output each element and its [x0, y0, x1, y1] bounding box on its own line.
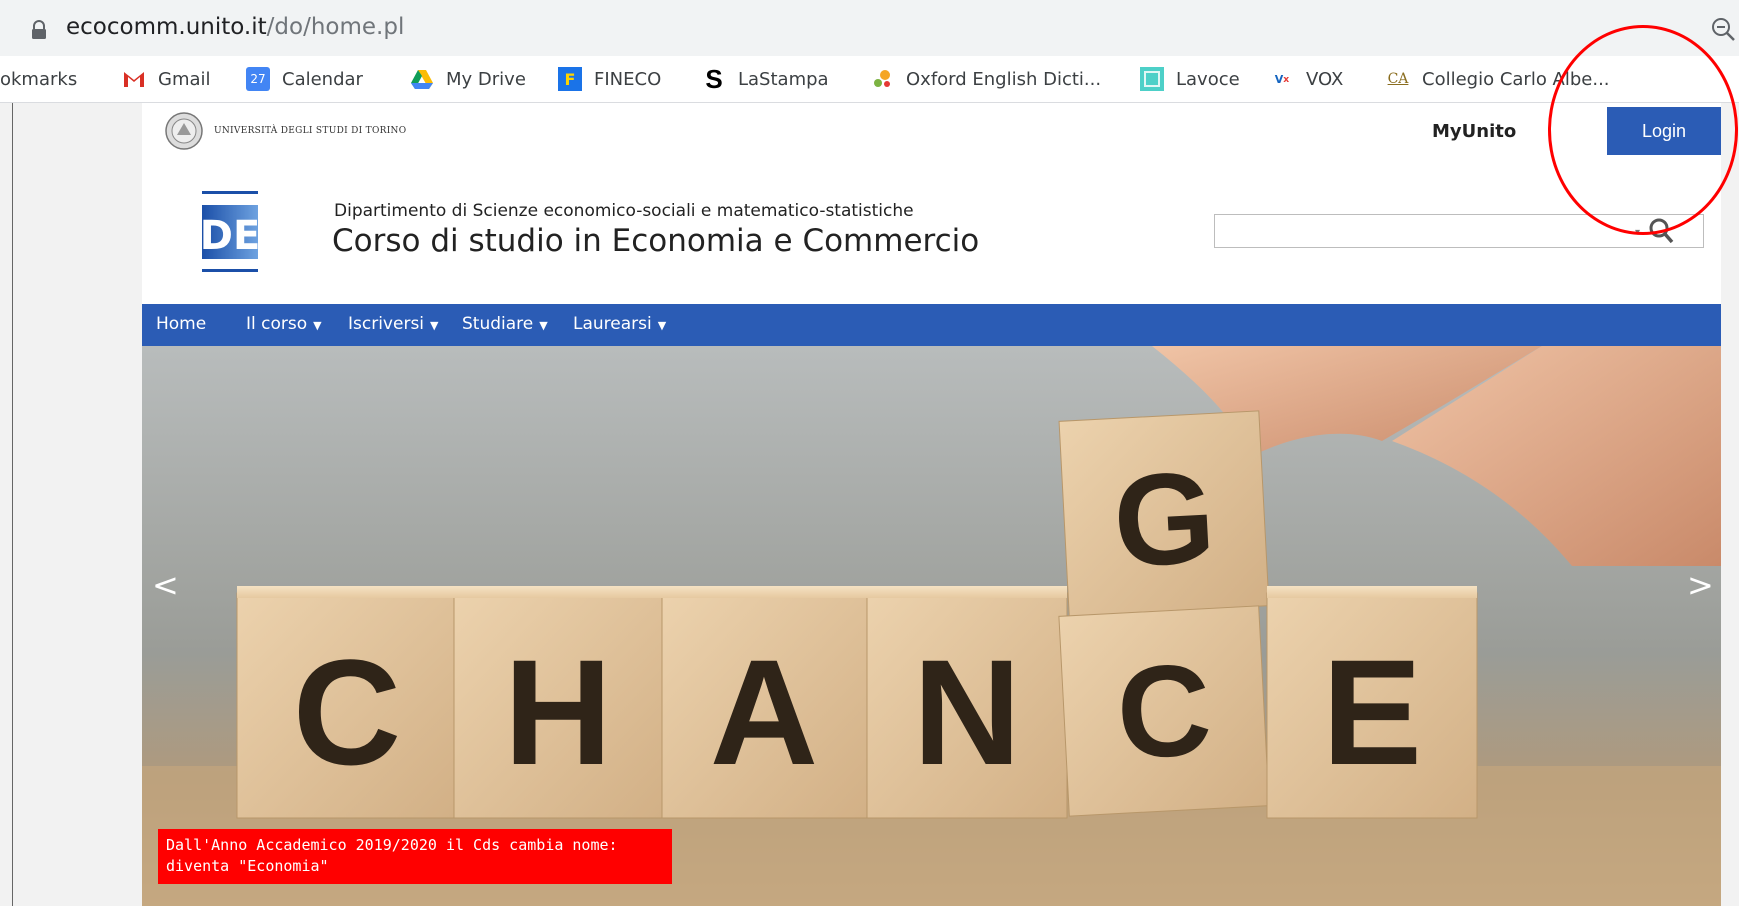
- department-logo[interactable]: DE: [202, 191, 258, 275]
- block-letter: H: [504, 628, 612, 796]
- myunito-link[interactable]: MyUnito: [1432, 121, 1516, 142]
- carousel-next-button[interactable]: >: [1687, 566, 1714, 604]
- vox-icon: Vx: [1274, 72, 1290, 86]
- bookmarks-bar: okmarks Gmail 27 Calendar My Drive F FIN…: [0, 56, 1739, 103]
- oxford-icon: [874, 70, 890, 87]
- bookmark-label: okmarks: [0, 68, 78, 90]
- bookmark-label: Calendar: [282, 68, 363, 90]
- carousel-prev-button[interactable]: <: [152, 566, 179, 604]
- bookmark-label: FINECO: [594, 68, 662, 90]
- bookmark-label: VOX: [1306, 68, 1344, 90]
- window-edge: [12, 103, 13, 906]
- url-text[interactable]: ecocomm.unito.it/do/home.pl: [66, 14, 404, 40]
- hero-carousel[interactable]: C H A N G C E < > Dall'Anno Accademico 2…: [142, 346, 1721, 906]
- chevron-down-icon: ▼: [657, 319, 667, 332]
- logo-text: DE: [202, 213, 258, 259]
- block-letter: C: [1113, 636, 1214, 787]
- nav-item-home[interactable]: Home: [156, 314, 206, 334]
- nav-label: Iscriversi: [348, 314, 425, 334]
- bookmark-lastampa[interactable]: S LaStampa: [702, 63, 829, 94]
- nav-label: Home: [156, 314, 207, 334]
- drive-icon: [411, 70, 433, 89]
- collegio-icon: CA: [1387, 71, 1409, 87]
- lavoce-icon: [1140, 67, 1164, 91]
- carousel-caption[interactable]: Dall'Anno Accademico 2019/2020 il Cds ca…: [158, 829, 672, 884]
- bookmark-label: My Drive: [446, 68, 526, 90]
- chevron-down-icon: ▼: [539, 319, 548, 332]
- address-bar[interactable]: ecocomm.unito.it/do/home.pl: [0, 0, 1739, 57]
- hero-image: C H A N G C E: [142, 346, 1721, 906]
- bookmark-label: Lavoce: [1176, 68, 1240, 90]
- bookmark-lavoce[interactable]: Lavoce: [1140, 66, 1240, 92]
- department-name: Dipartimento di Scienze economico-social…: [334, 201, 914, 221]
- nav-item-studiare[interactable]: Studiare ▼: [462, 314, 548, 334]
- bookmark-label: Gmail: [158, 68, 211, 90]
- chevron-down-icon: ▼: [430, 319, 439, 332]
- lock-icon: [32, 20, 46, 39]
- bookmark-label: Oxford English Dicti...: [906, 68, 1102, 90]
- bookmarks-label[interactable]: okmarks: [0, 66, 77, 92]
- nav-item-iscriversi[interactable]: Iscriversi ▼: [348, 314, 439, 334]
- zoom-out-icon[interactable]: [1710, 16, 1736, 42]
- bookmark-gmail[interactable]: Gmail: [122, 66, 211, 92]
- caption-line: Dall'Anno Accademico 2019/2020 il Cds ca…: [166, 836, 618, 854]
- block-letter: E: [1322, 628, 1422, 796]
- nav-label: Il corso: [246, 314, 308, 334]
- annotation-circle: [1548, 25, 1738, 235]
- bookmark-oxford[interactable]: Oxford English Dicti...: [870, 66, 1101, 92]
- bookmark-label: LaStampa: [738, 68, 829, 90]
- website: UNIVERSITÀ DEGLI STUDI DI TORINO MyUnito…: [142, 103, 1721, 906]
- block-letter: G: [1110, 443, 1219, 594]
- bookmark-calendar[interactable]: 27 Calendar: [246, 66, 363, 92]
- university-name: UNIVERSITÀ DEGLI STUDI DI TORINO: [214, 126, 407, 136]
- bookmark-my-drive[interactable]: My Drive: [410, 66, 526, 92]
- fineco-icon: F: [558, 67, 582, 91]
- nav-label: Studiare: [462, 314, 534, 334]
- nav-item-laurearsi[interactable]: Laurearsi ▼: [573, 314, 666, 334]
- chevron-down-icon: ▼: [313, 319, 322, 332]
- nav-item-il-corso[interactable]: Il corso ▼: [246, 314, 322, 334]
- university-seal-icon: [165, 112, 203, 150]
- bookmark-fineco[interactable]: F FINECO: [558, 66, 661, 92]
- block-letter: C: [293, 628, 401, 796]
- url-host: ecocomm.unito.it: [66, 14, 267, 40]
- course-title: Corso di studio in Economia e Commercio: [332, 223, 980, 259]
- lastampa-icon: S: [705, 63, 723, 94]
- gmail-icon: [124, 72, 144, 87]
- caption-line: diventa "Economia": [166, 857, 329, 875]
- block-letter: A: [710, 628, 818, 796]
- nav-label: Laurearsi: [573, 314, 652, 334]
- calendar-icon: 27: [246, 67, 270, 91]
- main-nav: Home Il corso ▼ Iscriversi ▼ Studiare ▼ Lau…: [142, 304, 1721, 346]
- url-path: /do/home.pl: [266, 14, 405, 40]
- block-letter: N: [913, 628, 1021, 796]
- bookmark-vox[interactable]: Vx VOX: [1270, 66, 1344, 92]
